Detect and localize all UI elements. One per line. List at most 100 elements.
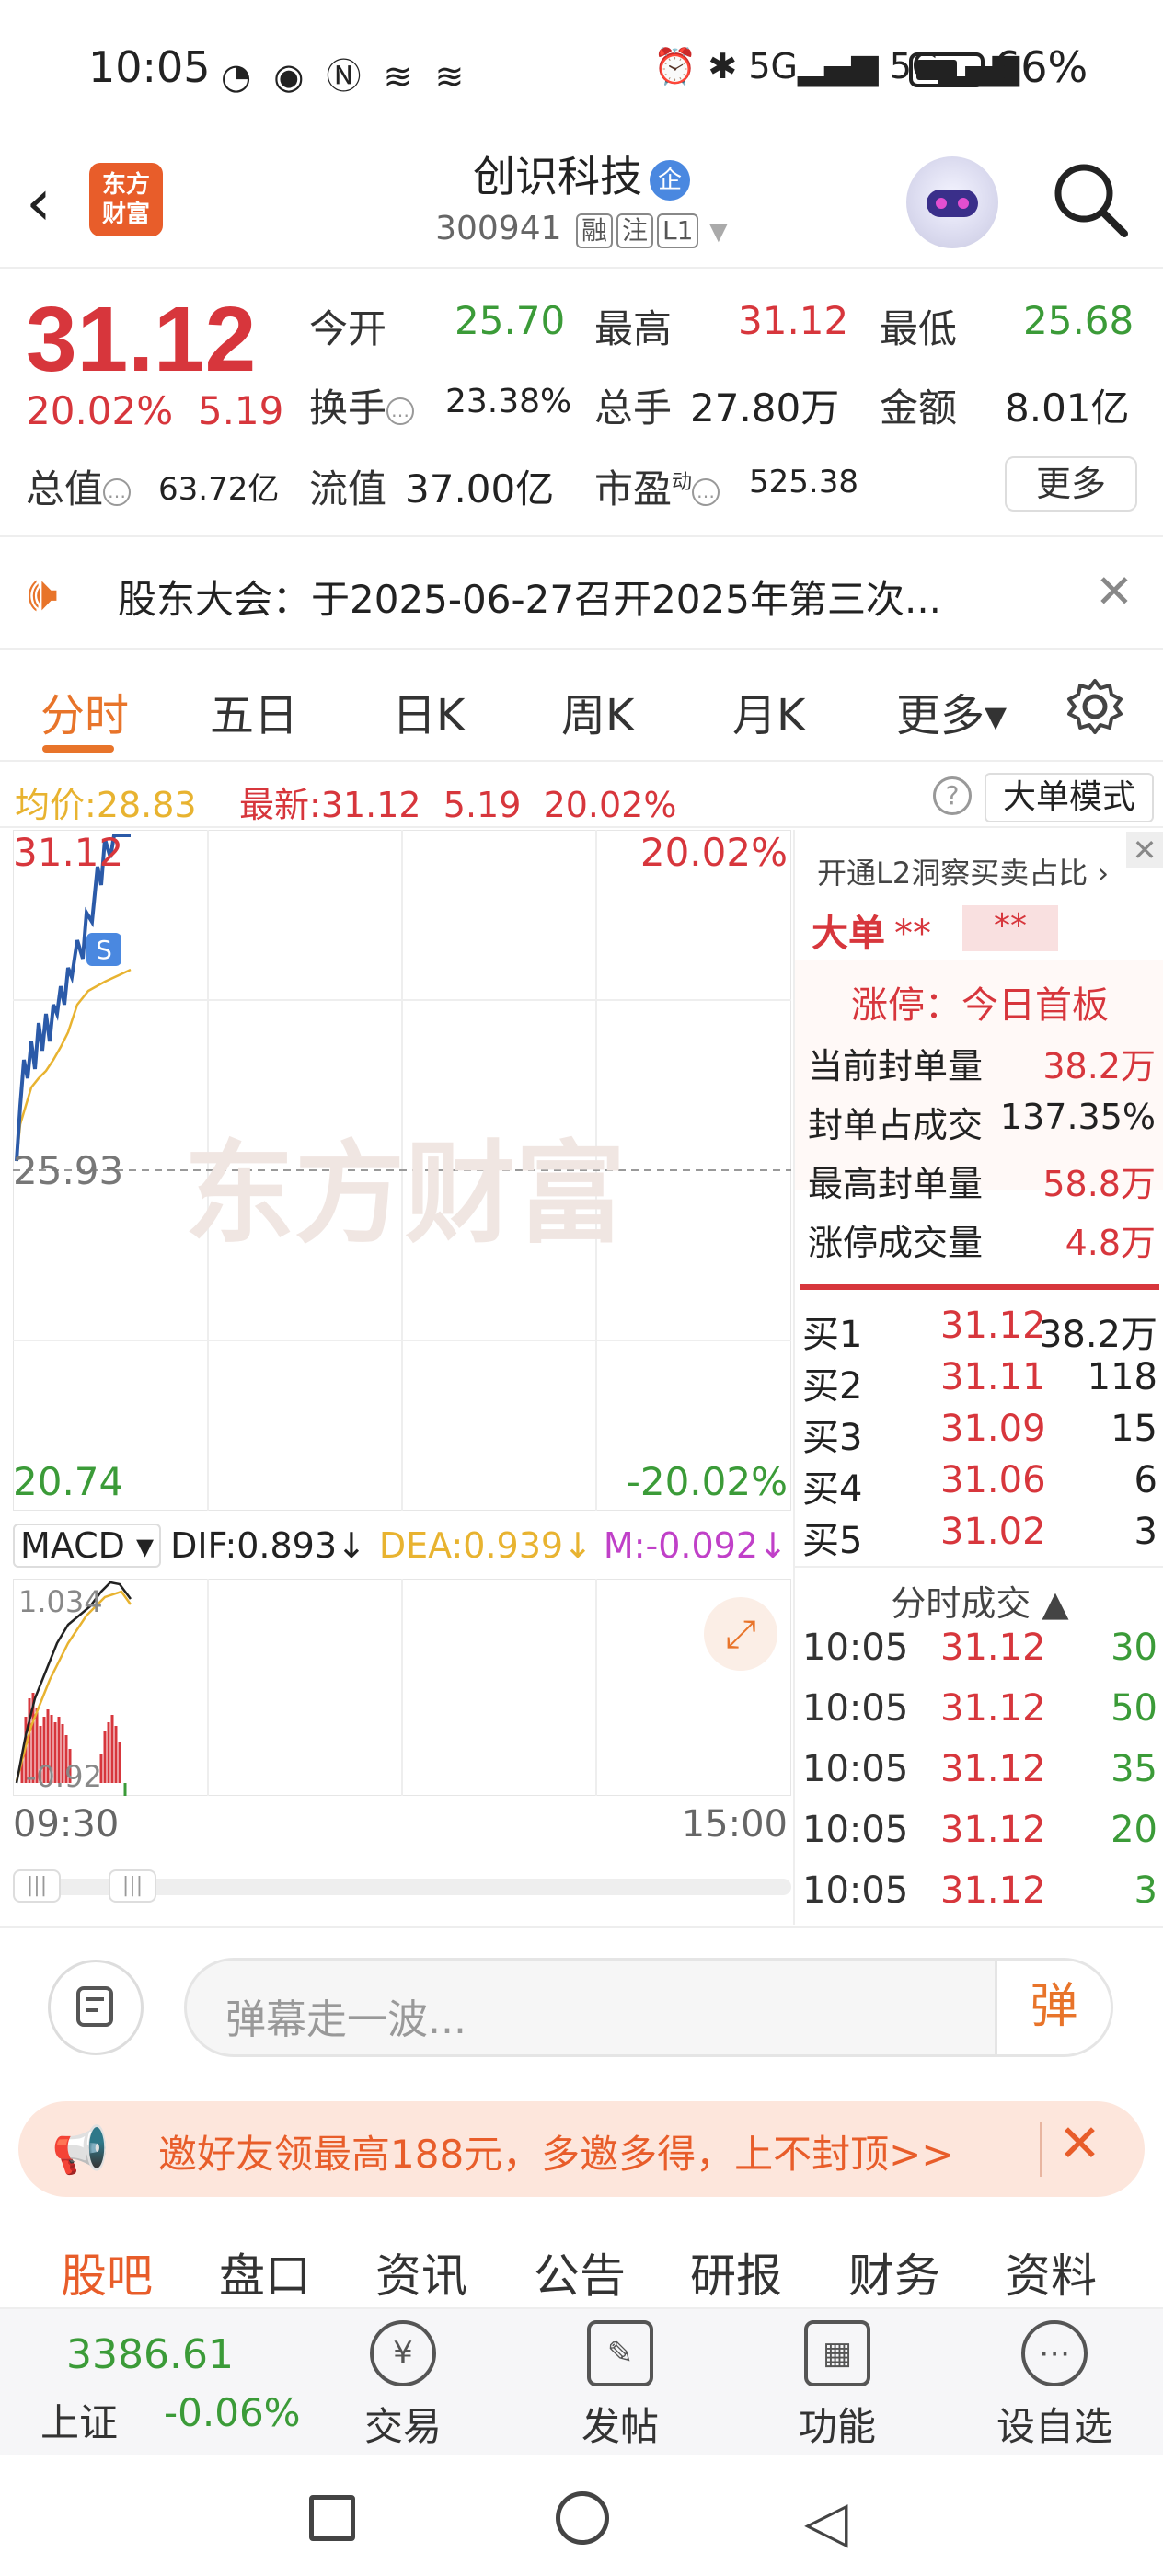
big-order-mode-button[interactable]: 大单模式 — [985, 773, 1154, 822]
search-icon[interactable] — [1049, 158, 1132, 241]
tab-intraday[interactable]: 分时 — [40, 679, 129, 743]
order-panel: 开通L2洞察买卖占比 › ✕ 大单 ** ** 涨停：今日首板 当前封单量 38.2… — [793, 830, 1163, 1925]
back-button[interactable]: ‹ — [26, 166, 72, 239]
macd-top-label: 1.034 — [18, 1584, 103, 1619]
y-top-price: 31.12 — [13, 830, 124, 875]
float-value: 37.00亿 — [405, 466, 555, 512]
macd-dea: DEA:0.939↓ — [378, 1525, 593, 1566]
stock-header: 创识科技企 300941 融注 L1 ▼ ‹ 东方 财富 — [0, 138, 1163, 269]
tab-five-day[interactable]: 五日 — [210, 679, 298, 743]
danmaku-input[interactable]: 弹幕走一波... 弹 — [184, 1958, 1113, 2057]
last-price: 31.12 — [26, 288, 257, 391]
limit-up-title: 涨停：今日首板 — [851, 984, 1109, 1027]
avg-price: 均价:28.83 — [15, 785, 197, 825]
close-icon[interactable]: ✕ — [1126, 832, 1163, 868]
tab-profile[interactable]: 资料 — [1005, 2239, 1097, 2306]
volume-value: 27.80万 — [690, 385, 840, 431]
content-tabs: 股吧 盘口 资讯 公告 研报 财务 资料 — [0, 2217, 1163, 2306]
tab-forum[interactable]: 股吧 — [61, 2239, 153, 2306]
tab-indicator — [42, 745, 114, 753]
nav-trade[interactable]: ¥ 交易 — [329, 2320, 477, 2452]
back-triangle-icon[interactable]: ◁ — [804, 2488, 848, 2555]
bid-row: 买4 31.06 6 — [802, 1459, 1157, 1511]
megaphone-icon: 📢 — [52, 2123, 109, 2177]
open-value: 25.70 — [455, 298, 566, 343]
indicator-select[interactable]: MACD ▾ — [13, 1524, 162, 1568]
pe-value: 525.38 — [749, 464, 858, 500]
nav-add-watchlist[interactable]: ⋯ 设自选 — [981, 2320, 1128, 2452]
status-time: 10:05 — [88, 42, 211, 92]
s-marker: S — [86, 933, 121, 966]
ai-assistant-icon[interactable] — [906, 156, 998, 248]
danmaku-toggle-button[interactable]: 弹 — [995, 1961, 1111, 2054]
panel-divider — [800, 1284, 1159, 1290]
tab-orderbook[interactable]: 盘口 — [219, 2239, 311, 2306]
tab-daily-k[interactable]: 日K — [392, 679, 465, 743]
grid-icon: ▦ — [804, 2320, 870, 2386]
tab-news[interactable]: 资讯 — [375, 2239, 467, 2306]
macd-chart[interactable]: 1.034 -0.92 — [12, 1578, 792, 1797]
home-icon[interactable] — [556, 2491, 609, 2545]
help-icon[interactable]: ? — [933, 776, 972, 815]
macd-bot-label: -0.92 — [26, 1759, 102, 1794]
nav-post[interactable]: ✎ 发帖 — [547, 2320, 694, 2452]
speaker-icon: 🕪 — [28, 567, 58, 622]
limit-row: 涨停成交量 4.8万 — [808, 1223, 1156, 1263]
watermark: 东方财富 — [184, 1131, 626, 1259]
slider-handle-right[interactable]: ||| — [109, 1869, 156, 1903]
expand-icon[interactable]: ⤢ — [704, 1597, 777, 1671]
svg-text:S: S — [96, 935, 112, 965]
float-label: 流值 — [309, 466, 387, 512]
tag-level: L1 — [657, 213, 699, 248]
comment-list-icon[interactable] — [48, 1960, 144, 2055]
bottom-nav: 3386.61 上证 -0.06% ¥ 交易 ✎ 发帖 ▦ 功能 ⋯ 设自选 — [0, 2307, 1163, 2455]
macd-m: M:-0.092↓ — [603, 1525, 788, 1566]
chevron-down-icon: ▼ — [708, 218, 728, 246]
quote-panel: 31.12 20.02% 5.19 今开 25.70 最高 31.12 最低 2… — [0, 270, 1163, 537]
volume-label: 总手 — [594, 385, 673, 431]
index-ticker[interactable]: 3386.61 上证 -0.06% — [0, 2309, 304, 2456]
tab-more[interactable]: 更多▾ — [896, 679, 1007, 743]
tab-monthly-k[interactable]: 月K — [732, 679, 805, 743]
tick-row: 10:05 31.12 3 — [802, 1869, 1157, 1912]
tab-research[interactable]: 研报 — [690, 2239, 782, 2306]
slider-handle-left[interactable]: ||| — [13, 1869, 61, 1903]
price-line — [15, 834, 131, 1162]
edit-icon: ✎ — [587, 2320, 653, 2386]
more-info-button[interactable]: 更多 — [1005, 456, 1137, 512]
more-dots-icon: ⋯ — [1021, 2320, 1088, 2386]
tab-weekly-k[interactable]: 周K — [561, 679, 634, 743]
low-value: 25.68 — [1023, 298, 1134, 343]
tab-finance[interactable]: 财务 — [848, 2239, 940, 2306]
tab-announcements[interactable]: 公告 — [534, 2239, 626, 2306]
recent-apps-icon[interactable] — [309, 2495, 355, 2541]
big-order-label: 大单 ** — [812, 913, 931, 955]
price-change: 20.02% 5.19 — [26, 388, 284, 433]
amount-value: 8.01亿 — [1005, 385, 1130, 431]
status-bar: 10:05 ◔ ◉ Ⓝ ≋ ≋ ⏰ ✱ 5G▂▄▆ 5G▂▄▆ 66% — [0, 0, 1163, 138]
price-summary-row: 均价:28.83 最新:31.12 5.19 20.02% ? 大单模式 — [0, 764, 1163, 828]
gear-icon[interactable] — [1065, 677, 1124, 736]
nav-functions[interactable]: ▦ 功能 — [764, 2320, 911, 2452]
tick-row: 10:05 31.12 50 — [802, 1687, 1157, 1730]
time-start: 09:30 — [13, 1803, 120, 1846]
chart-range-slider[interactable]: ||| ||| — [13, 1868, 791, 1904]
tick-trades-header[interactable]: 分时成交 ▲ — [795, 1566, 1163, 1626]
index-name: 上证 — [40, 2400, 119, 2445]
high-label: 最高 — [594, 306, 673, 351]
l2-upgrade-link[interactable]: 开通L2洞察买卖占比 › — [817, 850, 1109, 892]
tick-row: 10:05 31.12 20 — [802, 1809, 1157, 1851]
notice-bar[interactable]: 🕪 股东大会：于2025-06-27召开2025年第三次... ✕ — [0, 539, 1163, 650]
app-logo: 东方 财富 — [89, 163, 163, 236]
promo-banner[interactable]: 📢 邀好友领最高188元，多邀多得，上不封顶>> ✕ — [18, 2101, 1145, 2197]
tag-margin: 融 — [575, 213, 613, 248]
close-icon[interactable]: ✕ — [1058, 2114, 1101, 2174]
y-bot-pct: -20.02% — [626, 1459, 788, 1504]
comment-bar: 弹幕走一波... 弹 — [0, 1926, 1163, 2083]
mktcap-value: 63.72亿 — [158, 471, 280, 508]
tick-row: 10:05 31.12 35 — [802, 1748, 1157, 1790]
bid-row: 买5 31.02 3 — [802, 1511, 1157, 1562]
close-icon[interactable]: ✕ — [1095, 565, 1134, 618]
tag-registered: 注 — [616, 213, 654, 248]
low-label: 最低 — [880, 306, 958, 351]
